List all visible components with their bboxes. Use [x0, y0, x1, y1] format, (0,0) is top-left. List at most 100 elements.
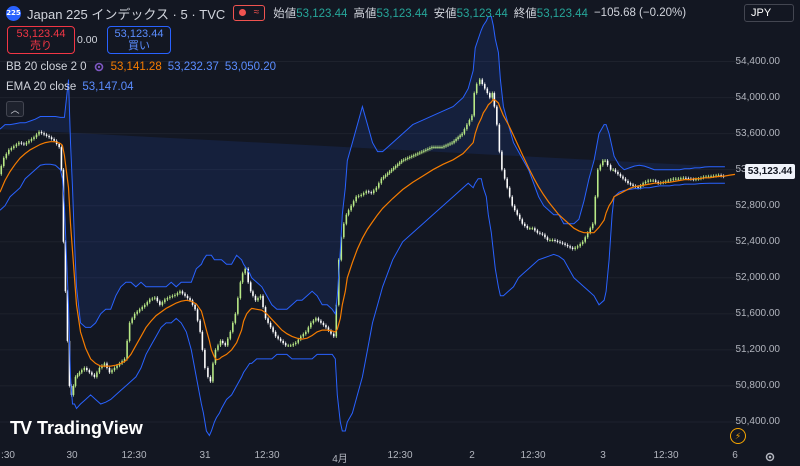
candle	[310, 321, 312, 329]
market-status-icon[interactable]: ≈	[233, 5, 266, 21]
candle	[503, 168, 506, 181]
candle	[317, 316, 320, 323]
flash-icon[interactable]: ⚡	[730, 428, 746, 444]
candle	[496, 104, 498, 127]
candle	[23, 141, 25, 147]
candle	[375, 186, 378, 193]
candle	[50, 135, 53, 141]
candle	[237, 296, 239, 316]
settings-gear-icon[interactable]	[764, 451, 776, 463]
candle	[511, 195, 514, 208]
candle	[546, 235, 549, 242]
candle	[148, 297, 151, 304]
candle	[269, 321, 272, 329]
candle	[207, 366, 209, 379]
tradingview-logo[interactable]: TV TradingView	[10, 418, 143, 439]
bb-indicator-name[interactable]: BB 20 close 2 0	[6, 61, 87, 73]
candle	[564, 241, 566, 247]
candle	[43, 131, 45, 137]
collapse-legend-button[interactable]: ︿	[6, 101, 24, 117]
candle	[209, 375, 212, 384]
candle	[234, 312, 237, 325]
candle	[370, 190, 373, 195]
candle	[284, 341, 287, 348]
price-change: −105.68 (−0.20%)	[593, 7, 687, 19]
candle	[343, 222, 345, 239]
candle	[526, 224, 529, 230]
candle	[0, 164, 3, 176]
candle	[13, 144, 15, 150]
spread-value: 0.00	[77, 34, 98, 46]
loading-spinner-icon	[94, 62, 103, 72]
time-tick-label: :30	[1, 450, 15, 461]
candle	[551, 238, 554, 242]
candle	[101, 364, 103, 370]
buy-button[interactable]: 53,123.44 買い	[107, 26, 171, 54]
candle	[566, 243, 569, 248]
candle	[159, 299, 161, 307]
candle	[98, 366, 101, 375]
sell-button[interactable]: 53,123.44 売り	[7, 26, 75, 54]
candle	[294, 341, 297, 346]
candle	[10, 146, 13, 152]
candle	[199, 318, 201, 334]
candle	[614, 168, 617, 174]
candle	[74, 375, 77, 388]
time-tick-label: 3	[600, 450, 606, 461]
ema-indicator-legend[interactable]: EMA 20 close 53,147.04	[6, 81, 134, 93]
last-price-tag: 53,123.44	[745, 164, 795, 179]
price-tick-label: 52,800.00	[735, 199, 781, 211]
candle	[642, 181, 644, 188]
time-tick-label: 12:30	[653, 450, 679, 461]
candle	[174, 293, 176, 298]
candle	[5, 152, 8, 160]
candle	[113, 366, 116, 372]
ema-indicator-name[interactable]: EMA 20 close	[6, 81, 76, 93]
time-tick-label: 4月	[332, 454, 348, 465]
candle	[624, 177, 627, 183]
candle	[675, 177, 677, 181]
price-tick-label: 54,000.00	[735, 91, 781, 103]
candle	[204, 348, 206, 370]
candle	[166, 296, 169, 302]
candle	[378, 181, 380, 190]
ohlc-low: 安値53,123.44	[434, 5, 508, 21]
candle	[569, 244, 571, 250]
candle	[257, 296, 259, 302]
candle	[201, 330, 204, 352]
symbol-title[interactable]: Japan 225 インデックス · 5 · TVC	[27, 4, 225, 23]
ohlc-high: 高値53,123.44	[353, 5, 427, 21]
candle	[179, 289, 181, 295]
chevron-up-icon: ︿	[10, 104, 20, 115]
candle	[498, 122, 501, 154]
candle	[388, 169, 391, 175]
candle	[355, 195, 357, 203]
currency-selector[interactable]: JPY	[744, 4, 794, 22]
candle	[518, 213, 521, 221]
candle	[473, 91, 476, 118]
bb-indicator-legend[interactable]: BB 20 close 2 0 53,141.28 53,232.37 53,0…	[6, 61, 276, 73]
candle	[151, 296, 154, 302]
candle	[315, 316, 317, 323]
low-value: 53,123.44	[456, 8, 508, 20]
candle	[156, 296, 159, 303]
candle	[327, 325, 330, 333]
candle	[241, 271, 244, 284]
candle	[576, 244, 579, 250]
candle	[83, 366, 86, 372]
price-tick-label: 52,000.00	[735, 271, 781, 283]
candle	[307, 325, 310, 334]
candle	[406, 156, 409, 161]
candle	[171, 294, 174, 299]
time-tick-label: 30	[66, 450, 78, 461]
candle	[214, 348, 217, 366]
candle	[360, 193, 362, 198]
time-tick-label: 12:30	[387, 450, 413, 461]
candle	[556, 239, 559, 244]
candle	[330, 328, 332, 336]
candle	[508, 186, 511, 199]
candle	[408, 155, 411, 160]
time-tick-label: 12:30	[520, 450, 546, 461]
candle	[267, 316, 269, 325]
candle	[93, 373, 96, 379]
